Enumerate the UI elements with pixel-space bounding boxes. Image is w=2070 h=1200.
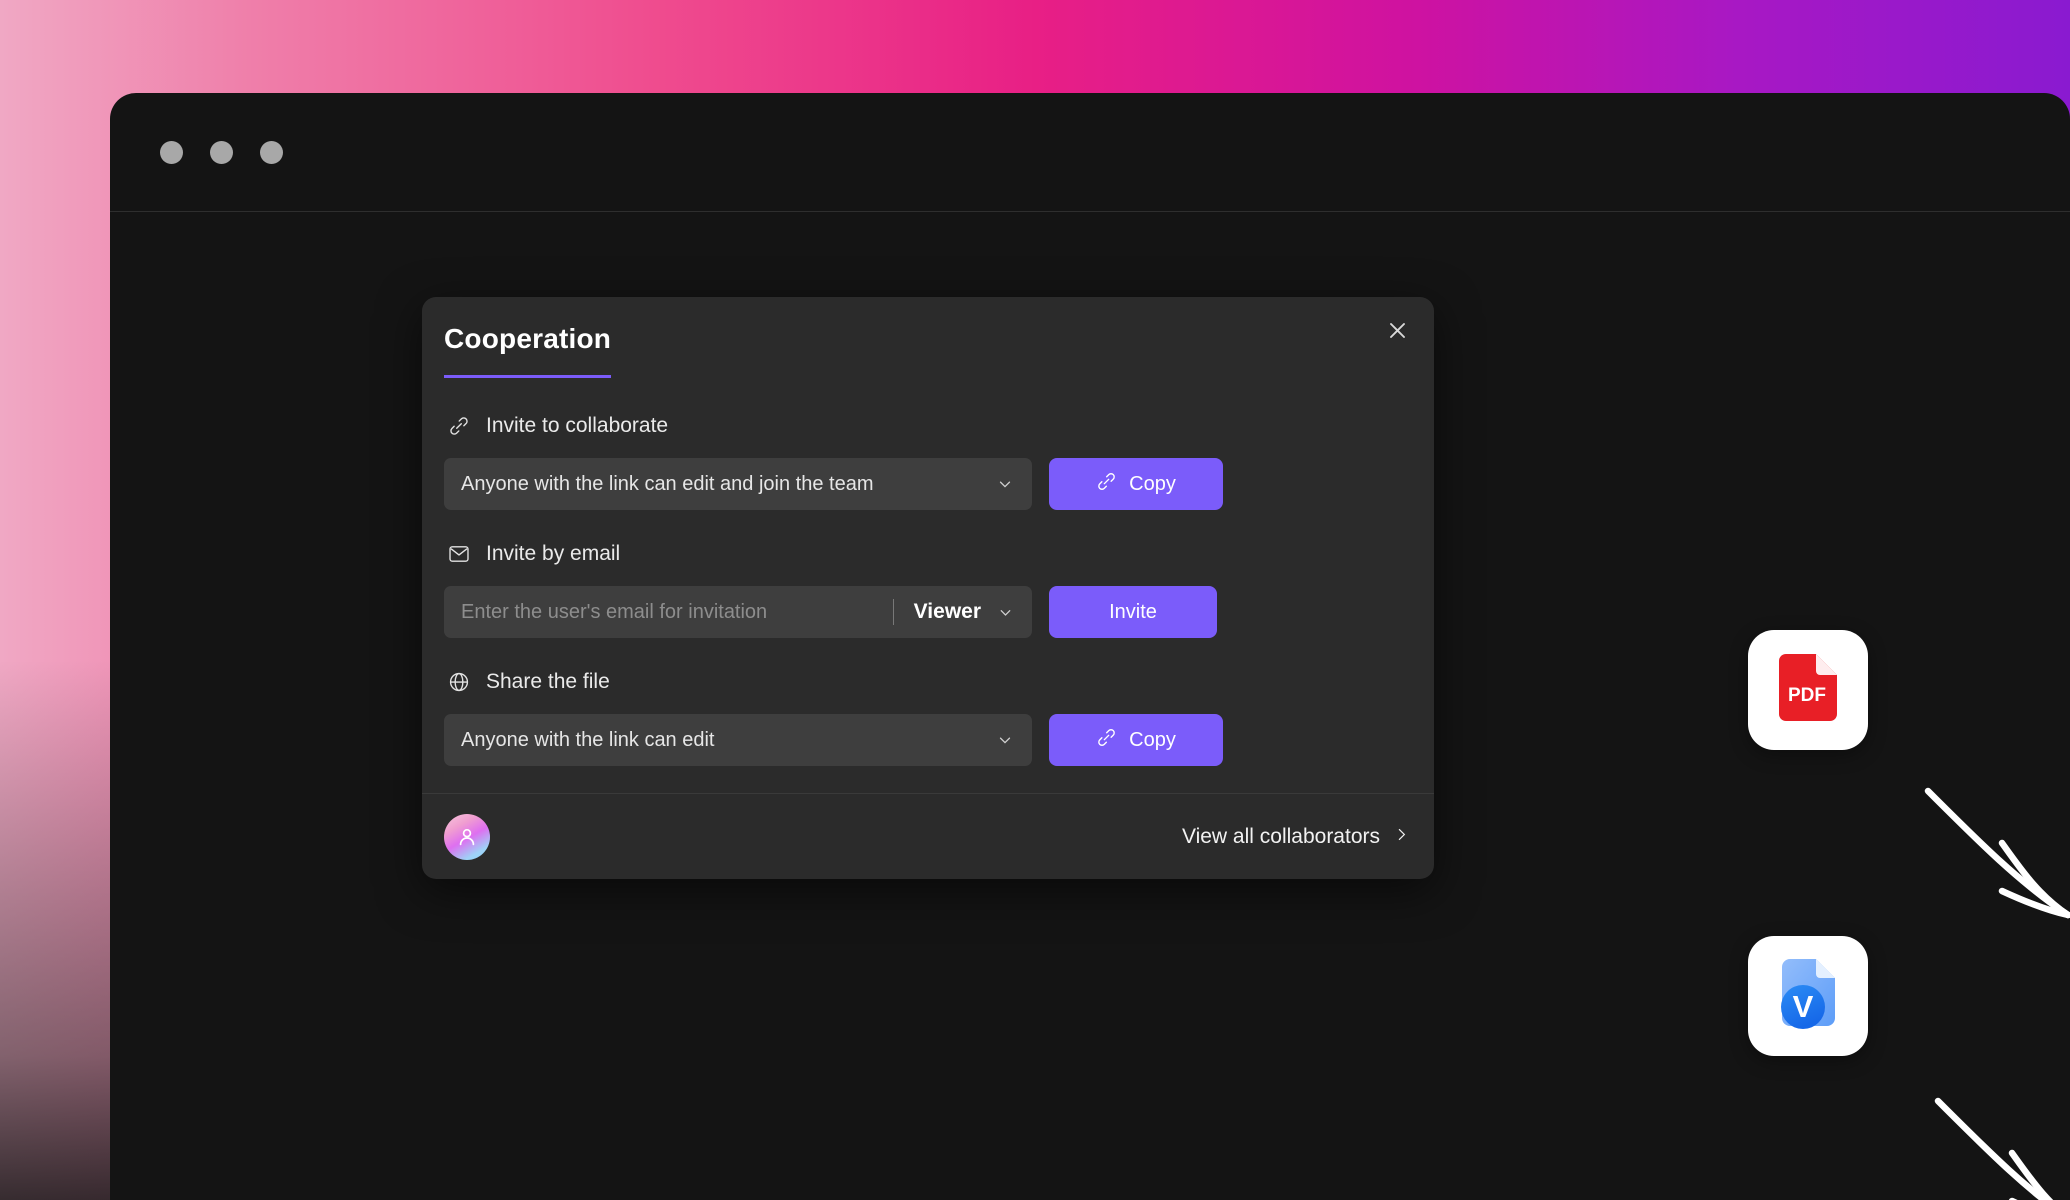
invite-email-row: Viewer Invite <box>444 586 1412 638</box>
section-invite-by-email: Invite by email Viewer I <box>444 542 1412 638</box>
email-field[interactable] <box>444 586 893 638</box>
copy-button-label: Copy <box>1129 472 1176 495</box>
annotation-arrow-2 <box>1934 1097 2054 1200</box>
section-label: Invite to collaborate <box>486 414 669 437</box>
traffic-lights <box>160 141 283 164</box>
page-title: Cooperation <box>444 323 612 378</box>
v-label: V <box>1793 989 1814 1024</box>
section-heading-invite-by-email: Invite by email <box>444 542 1412 566</box>
link-icon <box>447 414 471 438</box>
window-close-button[interactable] <box>160 141 183 164</box>
window-maximize-button[interactable] <box>260 141 283 164</box>
annotation-arrow-1 <box>1924 787 2070 919</box>
section-heading-share-the-file: Share the file <box>444 670 1412 694</box>
dialog-header: Cooperation <box>422 297 1434 378</box>
section-heading-invite-to-collaborate: Invite to collaborate <box>444 414 1412 438</box>
chevron-right-icon <box>1393 825 1410 849</box>
invite-button-label: Invite <box>1109 600 1157 623</box>
invite-role-select[interactable]: Viewer <box>894 586 1032 638</box>
mail-icon <box>447 542 471 566</box>
invite-link-row: Anyone with the link can edit and join t… <box>444 458 1412 510</box>
email-invite-group: Viewer <box>444 586 1032 638</box>
share-permission-select[interactable]: Anyone with the link can edit <box>444 714 1032 766</box>
copy-collaborate-link-button[interactable]: Copy <box>1049 458 1223 510</box>
section-label: Invite by email <box>486 542 621 565</box>
share-permission-value: Anyone with the link can edit <box>461 728 715 751</box>
app-window: Cooperation Invite to collaborate Anyone… <box>110 93 2070 1200</box>
copy-button-label: Copy <box>1129 728 1176 751</box>
window-minimize-button[interactable] <box>210 141 233 164</box>
window-titlebar <box>110 93 2070 212</box>
invite-role-value: Viewer <box>913 600 981 623</box>
v-glyph: V <box>1781 959 1835 1029</box>
share-link-row: Anyone with the link can edit Copy <box>444 714 1412 766</box>
invite-button[interactable]: Invite <box>1049 586 1217 638</box>
link-icon <box>1096 727 1117 754</box>
collaborate-permission-select[interactable]: Anyone with the link can edit and join t… <box>444 458 1032 510</box>
cooperation-dialog: Cooperation Invite to collaborate Anyone… <box>422 297 1434 879</box>
close-icon[interactable] <box>1382 315 1412 345</box>
view-all-collaborators-link[interactable]: View all collaborators <box>1182 825 1410 849</box>
globe-icon <box>447 670 471 694</box>
pdf-glyph: PDF <box>1779 654 1837 721</box>
chevron-down-icon <box>996 731 1014 749</box>
pdf-file-icon[interactable]: PDF <box>1748 630 1868 750</box>
pdf-label: PDF <box>1788 685 1826 706</box>
copy-share-link-button[interactable]: Copy <box>1049 714 1223 766</box>
chevron-down-icon <box>997 604 1014 621</box>
avatar[interactable] <box>444 813 490 860</box>
dialog-body: Invite to collaborate Anyone with the li… <box>422 414 1434 766</box>
section-label: Share the file <box>486 670 610 693</box>
view-all-collaborators-label: View all collaborators <box>1181 824 1380 848</box>
v-file-icon[interactable]: V <box>1748 936 1868 1056</box>
link-icon <box>1096 471 1117 498</box>
collaborate-permission-value: Anyone with the link can edit and join t… <box>461 472 874 495</box>
section-share-the-file: Share the file Anyone with the link can … <box>444 670 1412 766</box>
dialog-footer: View all collaborators <box>422 793 1434 879</box>
section-invite-to-collaborate: Invite to collaborate Anyone with the li… <box>444 414 1412 510</box>
chevron-down-icon <box>996 475 1014 493</box>
